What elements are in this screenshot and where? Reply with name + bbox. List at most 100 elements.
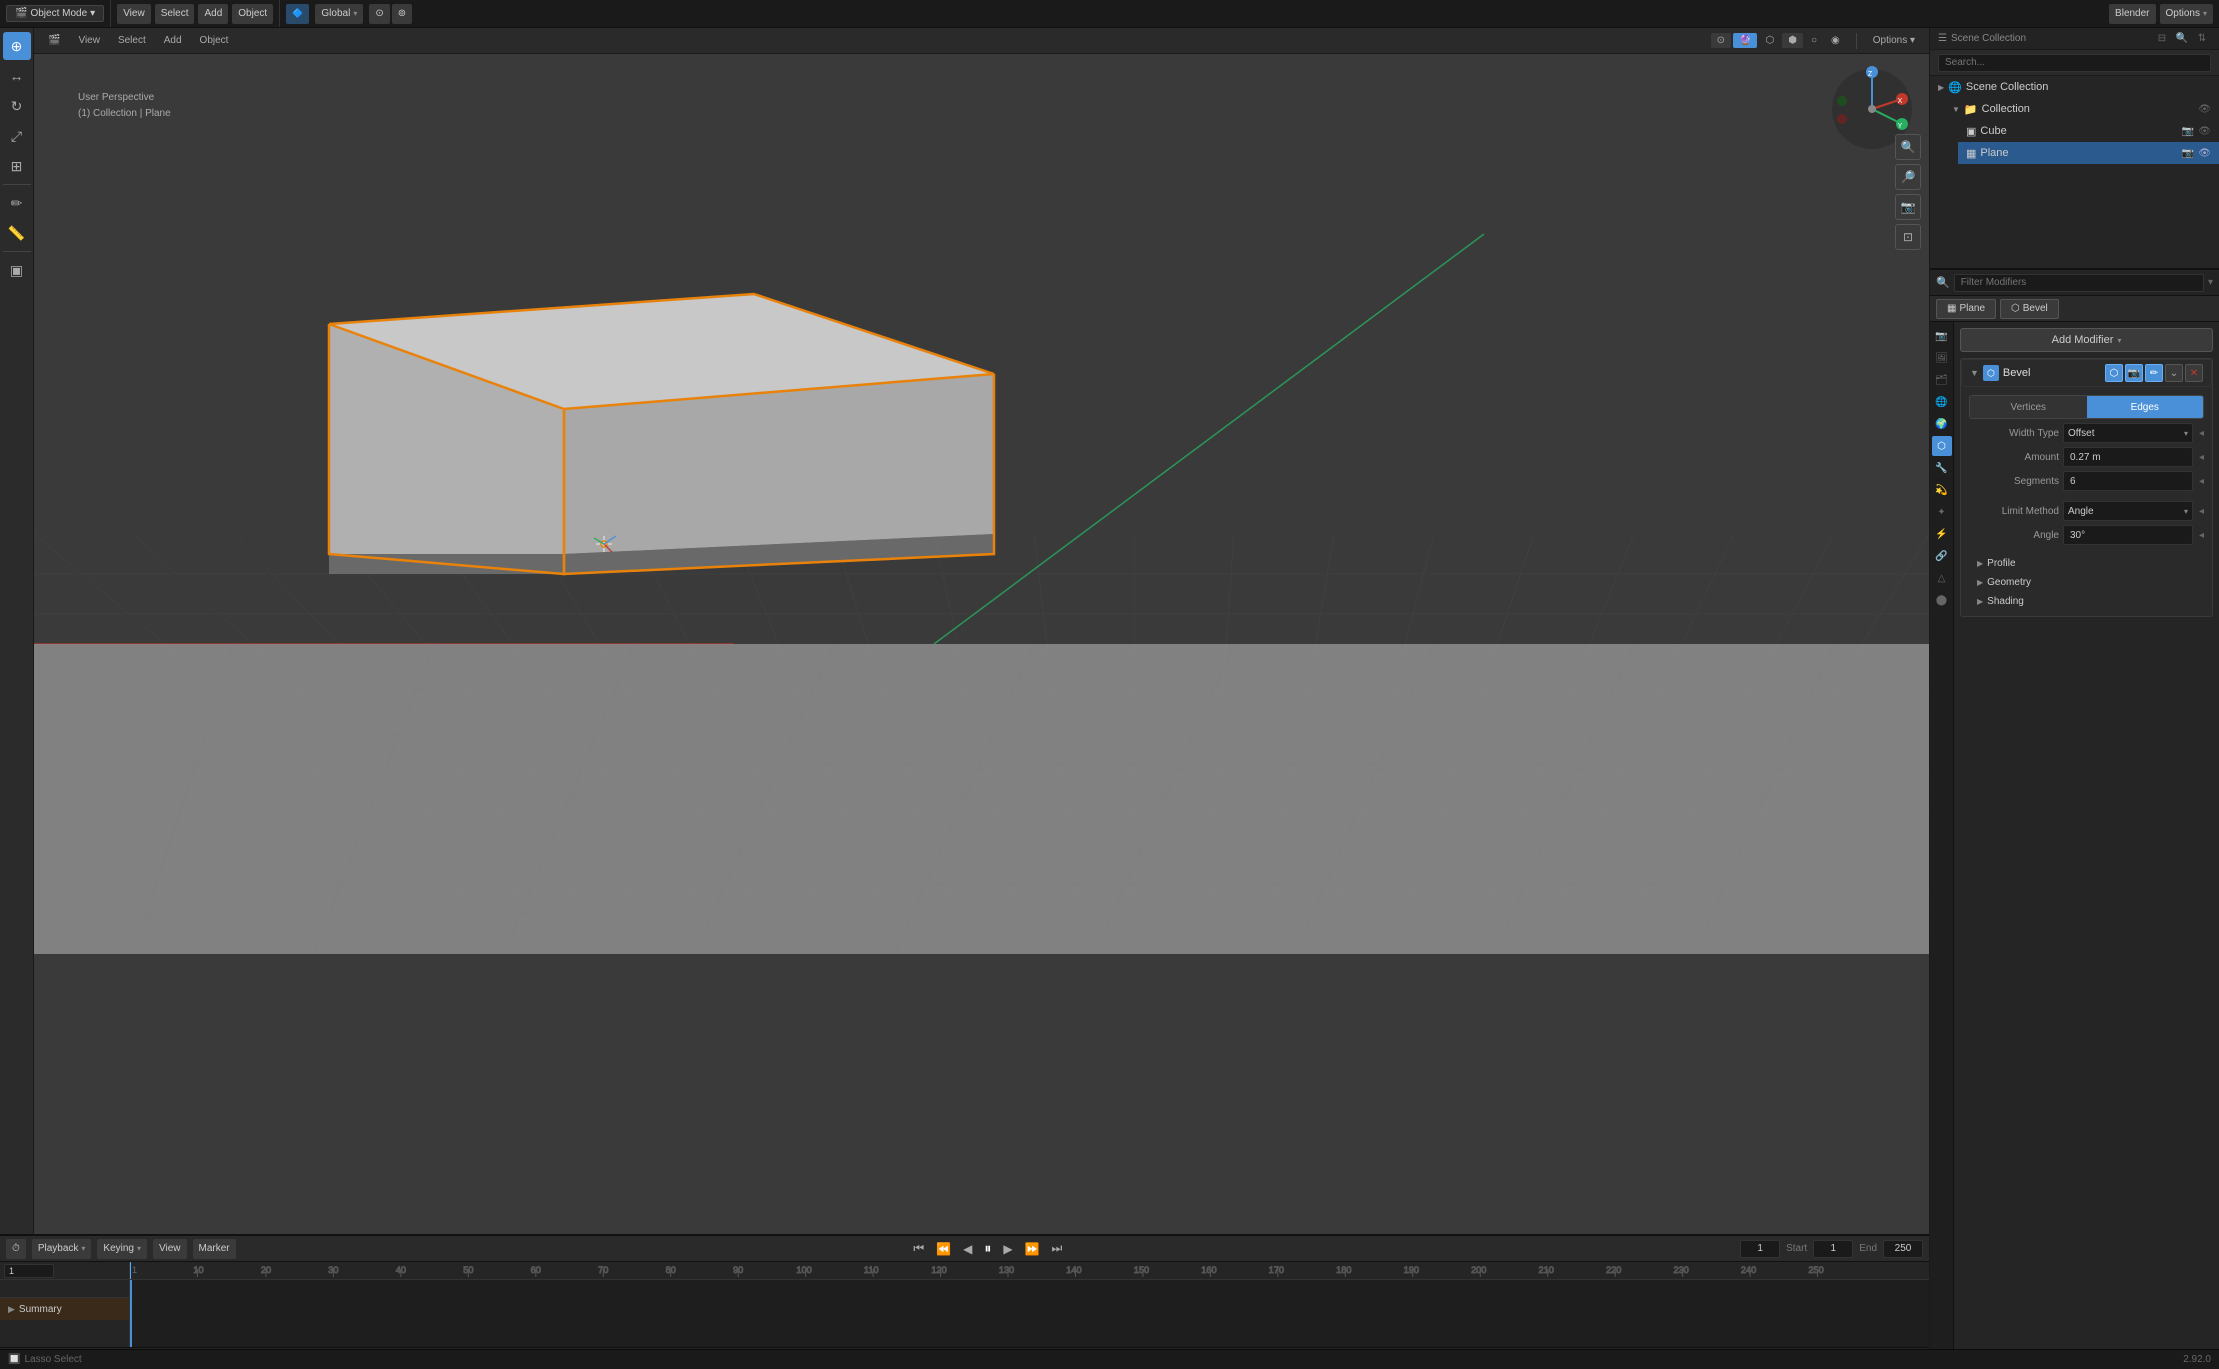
bevel-tab[interactable]: ⬡ Bevel: [2000, 299, 2059, 319]
move-tool-btn[interactable]: ↔: [3, 62, 31, 90]
stop-btn[interactable]: ⏸: [980, 1238, 995, 1259]
shading-solid-btn[interactable]: ⬢: [1782, 33, 1803, 48]
current-frame-input[interactable]: 1: [1740, 1240, 1780, 1258]
shading-wire-btn[interactable]: ⬡: [1759, 33, 1780, 48]
physics-icon-btn[interactable]: ⚡: [1932, 524, 1952, 544]
playhead[interactable]: [130, 1262, 131, 1279]
view-layer-icon-btn[interactable]: 🗂: [1932, 370, 1952, 390]
vp-editor-type[interactable]: 🎬: [42, 33, 66, 48]
add-modifier-btn[interactable]: Add Modifier ▾: [1960, 328, 2213, 352]
zoom-in-btn[interactable]: 🔍: [1895, 134, 1921, 160]
outliner-search-input[interactable]: [1938, 54, 2211, 72]
bevel-remove-btn[interactable]: ✕: [2185, 364, 2203, 382]
jump-start-btn[interactable]: ⏮: [909, 1239, 928, 1258]
vfx-icon-btn[interactable]: 💫: [1932, 480, 1952, 500]
overlay-btn[interactable]: ⊙: [1711, 33, 1731, 48]
bevel-move-btn[interactable]: ⌄: [2165, 364, 2183, 382]
outliner-sort-btn[interactable]: ⇅: [2193, 30, 2211, 48]
proportional-edit-btn[interactable]: ⊚: [392, 4, 412, 24]
viewport-gizmos: 🔍 🔎 📷 ⊡: [1895, 134, 1921, 250]
bevel-editmode-btn[interactable]: ✏: [2145, 364, 2163, 382]
width-type-value[interactable]: Offset ▾: [2063, 423, 2193, 443]
editor-type-btn[interactable]: 🎬 Object Mode ▾: [6, 5, 104, 22]
prev-frame-btn[interactable]: ⏪: [932, 1240, 955, 1258]
outliner-scene-collection[interactable]: ▶ 🌐 Scene Collection: [1930, 76, 2219, 98]
render-icon-btn[interactable]: 📷: [1932, 326, 1952, 346]
shading-section-header[interactable]: ▶ Shading: [1969, 593, 2204, 610]
gizmo-btn[interactable]: 🔮: [1733, 33, 1757, 48]
vertices-toggle-btn[interactable]: Vertices: [1970, 396, 2087, 418]
vp-add-menu[interactable]: Add: [158, 33, 188, 48]
timeline-editor-btn[interactable]: ⏱: [6, 1239, 26, 1259]
timeline-keying-btn[interactable]: Keying ▾: [97, 1239, 147, 1259]
vp-select-menu[interactable]: Select: [112, 33, 152, 48]
bevel-realtime-btn[interactable]: ⬡: [2105, 364, 2123, 382]
end-frame-input[interactable]: 250: [1883, 1240, 1923, 1258]
shading-mat-btn[interactable]: ○: [1805, 33, 1823, 48]
object-menu-btn[interactable]: Object: [232, 4, 273, 24]
select-menu-btn[interactable]: Select: [155, 4, 195, 24]
add-menu-btn[interactable]: Add: [198, 4, 228, 24]
next-frame-btn[interactable]: ⏩: [1021, 1240, 1044, 1258]
object-icon-btn[interactable]: ⬡: [1932, 436, 1952, 456]
bevel-mode-section: Vertices Edges Width Type Offset ▾ ◂: [1961, 391, 2212, 616]
add-cube-tool-btn[interactable]: ▣: [3, 256, 31, 284]
shading-render-btn[interactable]: ◉: [1825, 33, 1846, 48]
cursor-tool-btn[interactable]: ⊕: [3, 32, 31, 60]
outliner-filter-btn[interactable]: ⊟: [2153, 30, 2171, 48]
local-view-btn[interactable]: ⊡: [1895, 224, 1921, 250]
outliner-cube[interactable]: ▣ Cube 📷 👁: [1958, 120, 2219, 142]
options-right-btn[interactable]: Options ▾: [2160, 4, 2213, 24]
transform-tool-btn[interactable]: ⊞: [3, 152, 31, 180]
vp-object-menu[interactable]: Object: [194, 33, 235, 48]
scene-icon-btn[interactable]: 🌐: [1932, 392, 1952, 412]
options-vp-btn[interactable]: Options ▾: [1867, 33, 1921, 48]
edges-toggle-btn[interactable]: Edges: [2087, 396, 2204, 418]
output-icon-btn[interactable]: 🖼: [1932, 348, 1952, 368]
start-frame-input[interactable]: 1: [1813, 1240, 1853, 1258]
vp-view-menu[interactable]: View: [72, 33, 106, 48]
viewport-canvas[interactable]: User Perspective (1) Collection | Plane: [34, 54, 1929, 1234]
profile-section-header[interactable]: ▶ Profile: [1969, 555, 2204, 572]
plane-label: Plane: [1980, 147, 2008, 159]
timeline-view-btn[interactable]: View: [153, 1239, 187, 1259]
play-btn[interactable]: ▶: [999, 1240, 1016, 1258]
bevel-modifier-header[interactable]: ▼ ⬡ Bevel ⬡ 📷 ✏ ⌄: [1961, 359, 2212, 387]
constraints-icon-btn[interactable]: 🔗: [1932, 546, 1952, 566]
amount-input[interactable]: 0.27 m: [2063, 447, 2193, 467]
bevel-render-btn[interactable]: 📷: [2125, 364, 2143, 382]
play-reverse-btn[interactable]: ◀: [959, 1240, 976, 1258]
view-menu-btn[interactable]: View: [117, 4, 151, 24]
timeline-marker-btn[interactable]: Marker: [193, 1239, 236, 1259]
limit-method-value[interactable]: Angle ▾: [2063, 501, 2193, 521]
annotate-tool-btn[interactable]: ✏: [3, 189, 31, 217]
timeline-tracks-area[interactable]: [130, 1280, 1929, 1347]
options-btn[interactable]: Blender: [2109, 4, 2155, 24]
rotate-tool-btn[interactable]: ↻: [3, 92, 31, 120]
measure-tool-btn[interactable]: 📏: [3, 219, 31, 247]
scale-tool-btn[interactable]: ⤢: [3, 122, 31, 150]
world-icon-btn[interactable]: 🌍: [1932, 414, 1952, 434]
outliner-collection[interactable]: ▼ 📁 Collection 👁: [1944, 98, 2219, 120]
material-icon-btn[interactable]: ⬤: [1932, 590, 1952, 610]
modifier-icon-btn[interactable]: 🔧: [1932, 458, 1952, 478]
timeline-frame-mini-input[interactable]: [4, 1264, 54, 1278]
geometry-section-header[interactable]: ▶ Geometry: [1969, 574, 2204, 591]
data-icon-btn[interactable]: △: [1932, 568, 1952, 588]
segments-input[interactable]: 6: [2063, 471, 2193, 491]
camera-view-btn[interactable]: 📷: [1895, 194, 1921, 220]
summary-label[interactable]: ▶ Summary: [0, 1298, 129, 1320]
mode-indicator[interactable]: 🔷: [286, 4, 309, 24]
properties-search-input[interactable]: [1954, 274, 2204, 292]
transform-space-btn[interactable]: Global ▾: [315, 4, 363, 24]
angle-input[interactable]: 30°: [2063, 525, 2193, 545]
jump-end-btn[interactable]: ⏭: [1048, 1239, 1067, 1258]
zoom-out-btn[interactable]: 🔎: [1895, 164, 1921, 190]
timeline-playback-btn[interactable]: Playback ▾: [32, 1239, 92, 1259]
viewport[interactable]: 🎬 View Select Add Object ⊙ 🔮 ⬡ ⬢ ○ ◉ Opt…: [34, 28, 1929, 1234]
snap-btn[interactable]: ⊙: [369, 4, 389, 24]
outliner-plane[interactable]: ▦ Plane 📷 👁: [1958, 142, 2219, 164]
outliner-search-btn[interactable]: 🔍: [2173, 30, 2191, 48]
particles-icon-btn[interactable]: ✦: [1932, 502, 1952, 522]
plane-tab[interactable]: ▦ Plane: [1936, 299, 1996, 319]
